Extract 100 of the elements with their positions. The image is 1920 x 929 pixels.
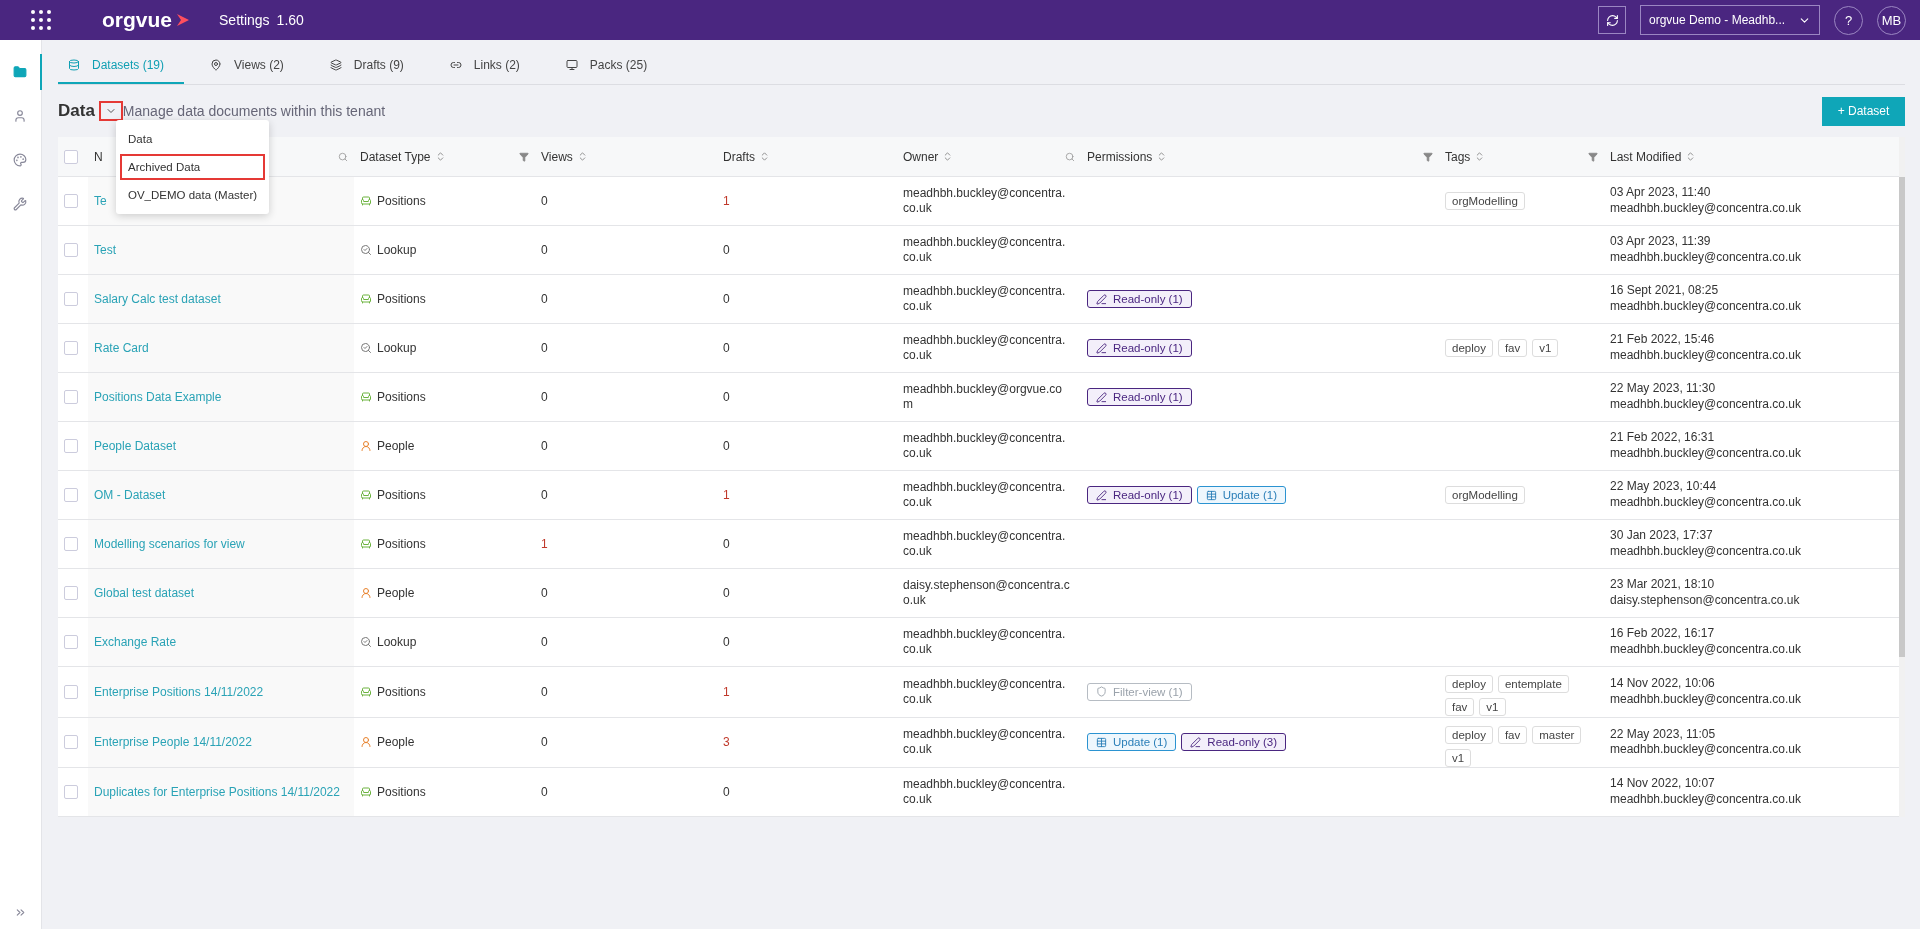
modified-by: meadhbh.buckley@concentra.co.uk — [1610, 250, 1801, 266]
dropdown-toggle[interactable] — [98, 101, 123, 121]
owner-email: meadhbh.buckley@concentra.co.uk — [903, 284, 1067, 314]
drafts-count: 0 — [723, 586, 730, 600]
column-header[interactable]: Permissions — [1087, 149, 1153, 164]
chair-icon — [360, 489, 372, 501]
apps-grid-icon[interactable] — [30, 9, 52, 31]
refresh-button[interactable] — [1598, 6, 1626, 34]
row-checkbox[interactable] — [64, 537, 78, 551]
permission-badge[interactable]: Read-only (1) — [1087, 290, 1192, 308]
permission-badge[interactable]: Read-only (1) — [1087, 339, 1192, 357]
tag[interactable]: deploy — [1445, 675, 1493, 693]
owner-email: meadhbh.buckley@concentra.co.uk — [903, 186, 1067, 216]
scrollbar-thumb[interactable] — [1899, 177, 1905, 657]
owner-email: meadhbh.buckley@orgvue.com — [903, 382, 1063, 412]
tag[interactable]: v1 — [1479, 698, 1506, 716]
row-checkbox[interactable] — [64, 390, 78, 404]
tab[interactable]: Drafts (9) — [319, 48, 424, 84]
tab[interactable]: Views (2) — [200, 48, 304, 84]
palette-icon — [12, 153, 27, 167]
tenant-select[interactable]: orgvue Demo - Meadhb... — [1640, 5, 1820, 35]
column-header[interactable]: Tags — [1445, 149, 1471, 164]
row-checkbox[interactable] — [64, 586, 78, 600]
dataset-type: People — [377, 735, 415, 750]
permission-badge[interactable]: Read-only (1) — [1087, 388, 1192, 406]
quill-icon — [1096, 293, 1107, 305]
user-icon — [12, 109, 27, 123]
tag[interactable]: orgModelling — [1445, 486, 1525, 504]
database-icon — [68, 59, 80, 71]
tag[interactable]: entemplate — [1497, 675, 1569, 693]
modified-date: 21 Feb 2022, 16:31 — [1610, 430, 1716, 446]
column-header[interactable]: Owner — [903, 149, 939, 164]
views-count: 0 — [541, 488, 548, 502]
views-count: 0 — [541, 635, 548, 649]
filter-icon[interactable] — [1588, 151, 1598, 162]
expand-icon[interactable] — [14, 906, 27, 919]
modified-date: 22 May 2023, 11:30 — [1610, 381, 1717, 397]
row-checkbox[interactable] — [64, 194, 78, 208]
monitor-icon — [565, 59, 578, 71]
owner-email: meadhbh.buckley@concentra.co.uk — [903, 777, 1067, 807]
modified-date: 14 Nov 2022, 10:07 — [1610, 776, 1716, 792]
lookup-icon — [360, 342, 372, 354]
modified-date: 16 Sept 2021, 08:25 — [1610, 283, 1720, 299]
link-icon — [449, 59, 462, 71]
drafts-count: 0 — [723, 537, 730, 551]
modified-date: 14 Nov 2022, 10:06 — [1610, 676, 1716, 692]
permission-badge[interactable]: Update (1) — [1196, 486, 1286, 504]
modified-by: meadhbh.buckley@concentra.co.uk — [1610, 397, 1801, 413]
row-checkbox[interactable] — [64, 292, 78, 306]
tab[interactable]: Packs (25) — [555, 48, 668, 84]
tag[interactable]: fav — [1497, 725, 1528, 744]
modified-by: meadhbh.buckley@concentra.co.uk — [1610, 495, 1801, 511]
modified-by: meadhbh.buckley@concentra.co.uk — [1610, 348, 1801, 364]
column-header[interactable]: Last Modified — [1610, 149, 1682, 164]
search-icon[interactable] — [338, 151, 348, 162]
column-header[interactable]: Views — [541, 149, 573, 164]
views-count: 0 — [541, 341, 548, 355]
tag[interactable]: v1 — [1532, 339, 1559, 357]
permission-badge[interactable]: Read-only (1) — [1087, 486, 1192, 504]
row-checkbox[interactable] — [64, 684, 78, 699]
tag[interactable]: fav — [1445, 698, 1475, 716]
select-all-checkbox[interactable] — [64, 149, 78, 164]
modified-by: meadhbh.buckley@concentra.co.uk — [1610, 691, 1801, 708]
row-checkbox[interactable] — [64, 439, 78, 453]
wrench-icon — [12, 197, 27, 211]
lookup-icon — [360, 244, 372, 256]
tag[interactable]: master — [1532, 725, 1582, 744]
views-count: 1 — [541, 537, 548, 551]
drafts-count: 0 — [723, 635, 730, 649]
search-icon[interactable] — [1065, 151, 1075, 162]
tag[interactable]: v1 — [1445, 748, 1472, 767]
row-checkbox[interactable] — [64, 735, 78, 750]
tag[interactable]: orgModelling — [1445, 192, 1525, 210]
owner-email: meadhbh.buckley@concentra.co.uk — [903, 529, 1067, 559]
logo-arrow-icon — [175, 12, 191, 28]
tag[interactable]: deploy — [1445, 339, 1493, 357]
quill-icon — [1096, 391, 1107, 403]
column-header[interactable]: N — [94, 149, 103, 164]
row-checkbox[interactable] — [64, 341, 78, 355]
modified-by: meadhbh.buckley@concentra.co.uk — [1610, 742, 1801, 758]
views-count: 0 — [541, 735, 548, 750]
sort-icon[interactable] — [759, 151, 770, 162]
menu-item[interactable]: Archived Data — [120, 154, 266, 180]
modified-date: 03 Apr 2023, 11:39 — [1610, 234, 1712, 250]
row-checkbox[interactable] — [64, 243, 78, 257]
quill-icon — [1096, 489, 1107, 501]
modified-date: 03 Apr 2023, 11:40 — [1610, 185, 1712, 201]
tag[interactable]: deploy — [1445, 725, 1493, 744]
row-checkbox[interactable] — [64, 785, 78, 799]
row-checkbox[interactable] — [64, 488, 78, 502]
logo: orgvue — [102, 8, 172, 32]
column-header[interactable]: Drafts — [723, 149, 755, 164]
tab[interactable]: Links (2) — [439, 48, 540, 84]
column-header[interactable]: Dataset Type — [360, 149, 431, 164]
permission-badge[interactable]: Update (1) — [1087, 733, 1177, 752]
permission-badge[interactable]: Read-only (3) — [1181, 733, 1286, 752]
filter-icon[interactable] — [519, 151, 529, 162]
row-checkbox[interactable] — [64, 635, 78, 649]
tag[interactable]: fav — [1497, 339, 1528, 357]
filter-icon[interactable] — [1423, 151, 1433, 162]
